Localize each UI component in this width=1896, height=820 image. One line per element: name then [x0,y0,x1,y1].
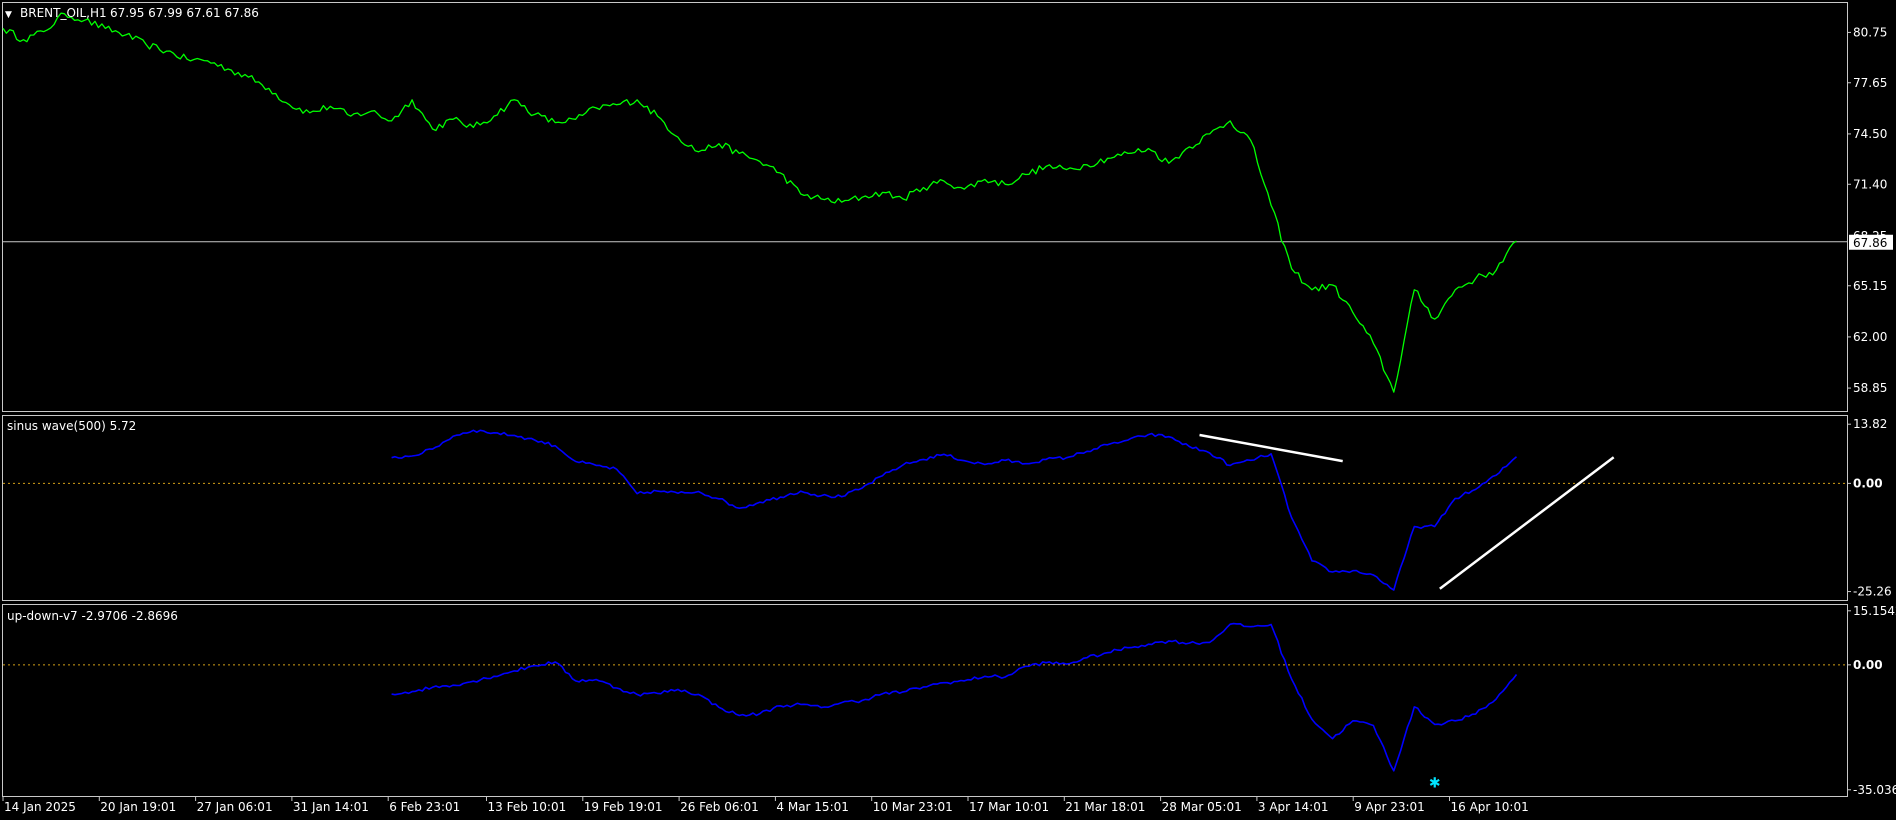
x-tick-label: 26 Feb 06:01 [680,800,759,814]
x-tick-label: 17 Mar 10:01 [969,800,1049,814]
updown-line [391,622,1518,772]
updown-signal-marker: ✱ [1429,776,1441,792]
sinus-title: sinus wave(500) 5.72 [7,419,136,433]
price-y-tick-label: 65.15 [1853,279,1887,293]
price-line [2,12,1517,393]
chart-menu-icon[interactable]: ▼ [5,10,12,20]
updown-y-tick-label: 0.00 [1853,658,1883,672]
sinus-trendlines [1199,433,1615,590]
chart-area[interactable]: 80.7577.6574.5071.4065.1562.0058.85 68.2… [0,0,1896,820]
price-y-tick-label: 62.00 [1853,330,1887,344]
current-price-label: 67.86 [1853,236,1887,250]
updown-y-tick-label: 15.1542 [1853,604,1896,618]
trendline[interactable] [1439,456,1615,590]
price-y-tick-label: 74.50 [1853,127,1887,141]
x-tick-label: 6 Feb 23:01 [389,800,460,814]
price-y-tick-label: 71.40 [1853,177,1887,191]
updown-y-axis: 15.1542 0.00 -35.0365 [1847,604,1896,797]
brent-price-series [2,12,1517,393]
x-tick-label: 20 Jan 19:01 [100,800,176,814]
symbol-title: BRENT_OIL,H1 [20,6,107,20]
ohlc-values: 67.95 67.99 67.61 67.86 [110,6,259,20]
x-tick-label: 28 Mar 05:01 [1162,800,1242,814]
sinus-line [391,429,1518,591]
trendline[interactable] [1199,433,1343,463]
sinus-y-tick-label: -25.26 [1853,585,1892,599]
x-tick-label: 19 Feb 19:01 [584,800,663,814]
main-y-axis: 80.75 77.65 74.50 71.40 65.15 62.00 58.85 [1847,25,1887,395]
updown-y-tick-label: -35.0365 [1853,783,1896,797]
updown-series [391,622,1518,772]
x-tick-label: 27 Jan 06:01 [197,800,273,814]
price-y-tick-label: 58.85 [1853,381,1887,395]
sinus-y-tick-label: 0.00 [1853,476,1883,490]
sinus-panel-frame [2,415,1848,601]
main-panel-frame [2,2,1848,412]
x-tick-label: 31 Jan 14:01 [293,800,369,814]
x-tick-label: 9 Apr 23:01 [1354,800,1425,814]
price-y-tick-label: 77.65 [1853,76,1887,90]
x-tick-label: 13 Feb 10:01 [488,800,567,814]
x-tick-label: 3 Apr 14:01 [1258,800,1329,814]
sinus-y-axis: 13.82 0.00 -25.26 [1847,417,1892,599]
x-tick-label: 21 Mar 18:01 [1065,800,1145,814]
x-tick-label: 4 Mar 15:01 [776,800,849,814]
sinus-y-tick-label: 13.82 [1853,417,1887,431]
x-tick-label: 16 Apr 10:01 [1451,800,1529,814]
x-tick-label: 14 Jan 2025 [4,800,76,814]
price-y-tick-label: 80.75 [1853,25,1887,39]
sinus-wave-series [391,429,1518,591]
updown-title: up-down-v7 -2.9706 -2.8696 [7,609,178,623]
x-tick-label: 10 Mar 23:01 [873,800,953,814]
time-axis: 14 Jan 2025 20 Jan 19:01 27 Jan 06:01 31 Ja… [2,797,1529,814]
updown-panel-frame [2,604,1848,797]
